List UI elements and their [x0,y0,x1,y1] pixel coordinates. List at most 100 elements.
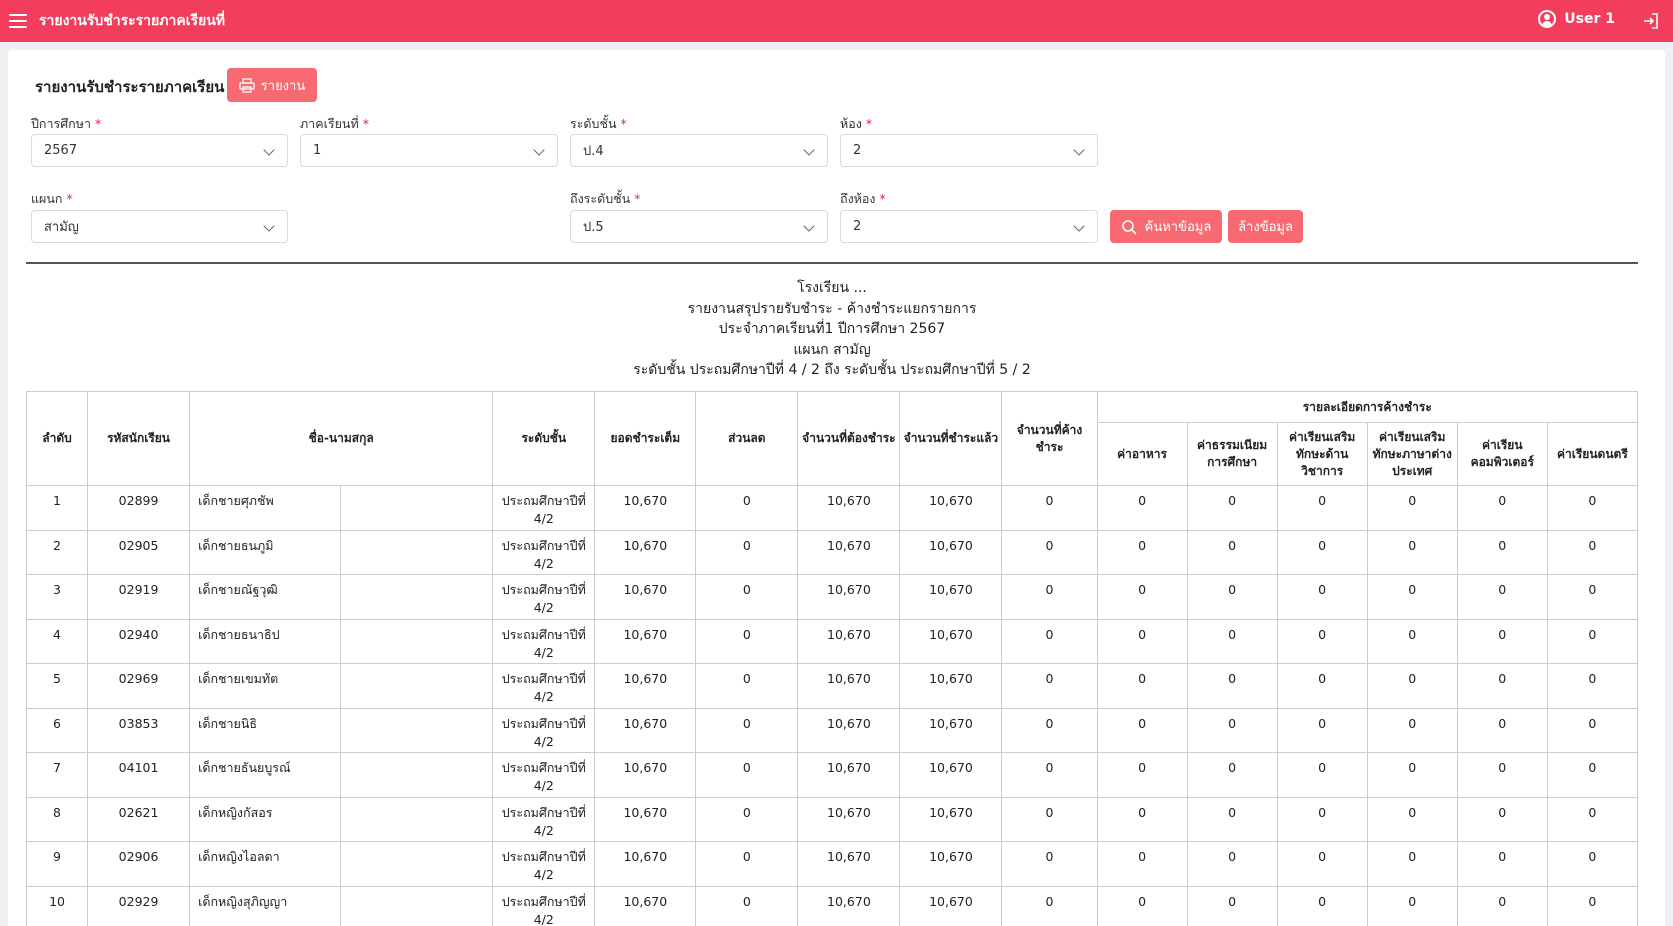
cell-name: เด็กหญิงกัสอร [189,796,342,842]
cell-detail: 0 [1276,663,1368,709]
chevron-down-icon [803,220,815,232]
cell-level: ประถมศึกษาปีที่ 4/2 [492,885,596,926]
section-divider [26,262,1638,264]
cell-detail: 0 [1366,885,1458,926]
to-level-select[interactable]: ป.5 [570,210,828,243]
clear-button[interactable]: ล้างข้อมูล [1228,210,1303,243]
cell-detail: 0 [1456,707,1548,753]
menu-icon[interactable] [9,14,27,28]
cell-level: ประถมศึกษาปีที่ 4/2 [492,752,596,798]
cell-code: 02969 [87,663,191,709]
header-no: ลำดับ [25,391,89,486]
table-row: 5 02969 เด็กชายเขมทัต ประถมศึกษาปีที่ 4/2 10… [25,663,1639,709]
cell-detail: 0 [1186,752,1278,798]
cell-no: 4 [25,618,89,664]
cell-owed: 0 [1001,841,1098,887]
cell-level: ประถมศึกษาปีที่ 4/2 [492,663,596,709]
user-name: User 1 [1564,11,1615,27]
cell-detail: 0 [1546,663,1639,709]
header-music: ค่าเรียนดนตรี [1546,422,1639,486]
cell-detail: 0 [1546,618,1639,664]
cell-code: 02906 [87,841,191,887]
cell-no: 7 [25,752,89,798]
table-row: 1 02899 เด็กชายศุภชัพ ประถมศึกษาปีที่ 4/2 10… [25,485,1639,531]
cell-no: 8 [25,796,89,842]
report-range: ระดับชั้น ประถมศึกษาปีที่ 4 / 2 ถึง ระดั… [633,362,1031,378]
cell-detail: 0 [1096,752,1188,798]
header-code: รหัสนักเรียน [87,391,191,486]
user-menu[interactable]: User 1 [1538,10,1615,28]
cell-detail: 0 [1096,529,1188,575]
room-select[interactable]: 2 [840,134,1098,167]
cell-full: 10,670 [594,618,697,664]
cell-detail: 0 [1186,707,1278,753]
term-select[interactable]: 1 [300,134,558,167]
cell-detail: 0 [1186,663,1278,709]
level-select[interactable]: ป.4 [570,134,828,167]
cell-due: 10,670 [797,707,901,753]
top-bar: รายงานรับชำระรายภาคเรียนที่ User 1 [0,0,1673,42]
cell-detail: 0 [1546,485,1639,531]
chevron-down-icon [263,144,275,156]
cell-owed: 0 [1001,885,1098,926]
print-report-button[interactable]: รายงาน [227,68,317,102]
logout-icon[interactable] [1642,12,1660,30]
header-full: ยอดชำระเต็ม [594,391,697,486]
cell-paid: 10,670 [899,885,1003,926]
cell-paid: 10,670 [899,796,1003,842]
dept-select[interactable]: สามัญ [31,210,288,243]
header-tuition: ค่าธรรมเนียมการศึกษา [1186,422,1278,486]
cell-discount: 0 [695,574,799,620]
cell-code: 02929 [87,885,191,926]
report-table: ลำดับ รหัสนักเรียน ชื่อ-นามสกุล ระดับชั้… [25,391,1639,926]
year-label: ปีการศึกษา * [31,116,102,131]
table-row: 6 03853 เด็กชายนิธิ ประถมศึกษาปีที่ 4/2 10,6… [25,707,1639,753]
cell-full: 10,670 [594,752,697,798]
year-select[interactable]: 2567 [31,134,288,167]
cell-discount: 0 [695,885,799,926]
cell-due: 10,670 [797,663,901,709]
cell-no: 10 [25,885,89,926]
search-button[interactable]: ค้นหาข้อมูล [1110,210,1222,243]
cell-detail: 0 [1276,618,1368,664]
chevron-down-icon [533,144,545,156]
cell-blank [340,574,494,620]
cell-name: เด็กชายธนาธิป [189,618,342,664]
cell-discount: 0 [695,618,799,664]
cell-name: เด็กหญิงสุภิญญา [189,885,342,926]
cell-detail: 0 [1096,707,1188,753]
cell-level: ประถมศึกษาปีที่ 4/2 [492,618,596,664]
cell-detail: 0 [1546,885,1639,926]
cell-name: เด็กหญิงไอลดา [189,841,342,887]
header-computer: ค่าเรียนคอมพิวเตอร์ [1456,422,1548,486]
cell-no: 1 [25,485,89,531]
print-report-label: รายงาน [260,78,306,94]
cell-discount: 0 [695,663,799,709]
cell-detail: 0 [1546,529,1639,575]
report-term: ประจำภาคเรียนที่1 ปีการศึกษา 2567 [718,321,946,337]
table-row: 3 02919 เด็กชายณัฐวุฒิ ประถมศึกษาปีที่ 4/2 1… [25,574,1639,620]
cell-due: 10,670 [797,841,901,887]
cell-full: 10,670 [594,885,697,926]
cell-paid: 10,670 [899,663,1003,709]
cell-blank [340,707,494,753]
cell-detail: 0 [1186,485,1278,531]
cell-owed: 0 [1001,796,1098,842]
table-row: 7 04101 เด็กชายธันยบูรณ์ ประถมศึกษาปีที่ 4/… [25,752,1639,798]
cell-name: เด็กชายเขมทัต [189,663,342,709]
cell-detail: 0 [1276,752,1368,798]
app-title: รายงานรับชำระรายภาคเรียนที่ [39,13,226,29]
cell-name: เด็กชายศุภชัพ [189,485,342,531]
cell-level: ประถมศึกษาปีที่ 4/2 [492,574,596,620]
cell-detail: 0 [1366,663,1458,709]
table-row: 2 02905 เด็กชายธนภูมิ ประถมศึกษาปีที่ 4/2 10… [25,529,1639,575]
cell-discount: 0 [695,707,799,753]
cell-no: 6 [25,707,89,753]
cell-due: 10,670 [797,796,901,842]
to-room-select[interactable]: 2 [840,210,1098,243]
cell-detail: 0 [1456,618,1548,664]
cell-full: 10,670 [594,707,697,753]
report-dept: แผนก สามัญ [793,341,871,358]
to-level-label: ถึงระดับชั้น * [570,191,641,206]
cell-full: 10,670 [594,841,697,887]
